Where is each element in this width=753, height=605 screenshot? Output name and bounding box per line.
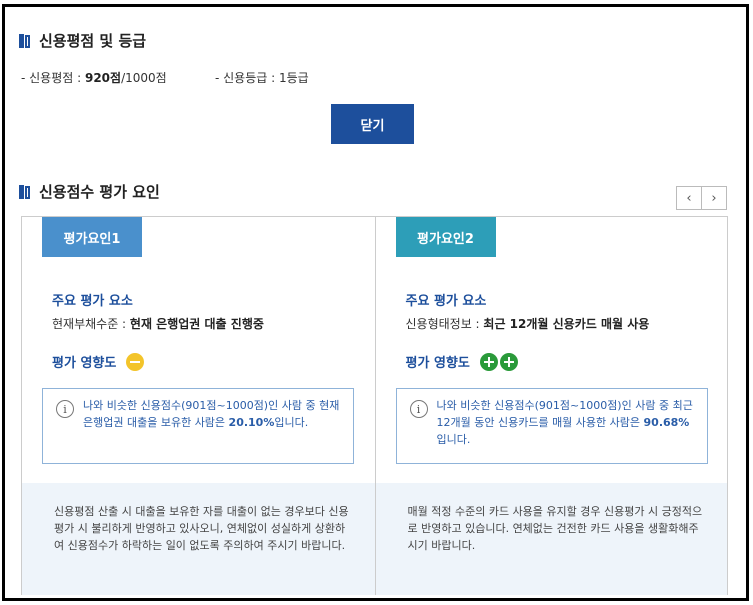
credit-score-value: 920점 bbox=[84, 71, 122, 85]
chevron-right-icon: › bbox=[711, 190, 717, 206]
credit-grade-line: - 신용등급 : 1등급 bbox=[215, 71, 309, 85]
next-arrow-button[interactable]: › bbox=[701, 186, 727, 210]
info-box: i 나와 비슷한 신용점수(901점~1000점)인 사람 중 현재 은행업권 … bbox=[42, 388, 354, 464]
factor-cards: 평가요인1 주요 평가 요소 현재부채수준 : 현재 은행업권 대출 진행중 평… bbox=[21, 216, 728, 595]
factor-bottom-note: 매월 적정 수준의 카드 사용을 유지할 경우 신용평가 시 긍정적으로 반영하… bbox=[375, 483, 727, 595]
section-title-score: 신용평점 및 등급 bbox=[19, 30, 146, 51]
factor-impact: 평가 영향도 bbox=[52, 352, 146, 371]
section-title-factors: 신용점수 평가 요인 bbox=[19, 181, 160, 202]
info-box: i 나와 비슷한 신용점수(901점~1000점)인 사람 중 최근 12개월 … bbox=[395, 388, 708, 464]
factor-impact: 평가 영향도 bbox=[406, 352, 520, 371]
section-title-factors-text: 신용점수 평가 요인 bbox=[39, 183, 160, 201]
factor-description: 현재부채수준 : 현재 은행업권 대출 진행중 bbox=[52, 317, 264, 331]
factor-description: 신용형태정보 : 최근 12개월 신용카드 매월 사용 bbox=[405, 317, 650, 331]
factor-tag-2: 평가요인2 bbox=[395, 217, 496, 257]
factor-subheading: 주요 평가 요소 bbox=[52, 294, 133, 309]
section-title-score-text: 신용평점 및 등급 bbox=[39, 32, 147, 50]
info-icon: i bbox=[56, 400, 74, 418]
factor-card-1: 평가요인1 주요 평가 요소 현재부채수준 : 현재 은행업권 대출 진행중 평… bbox=[22, 217, 375, 595]
credit-score-line: - 신용평점 : 920점/1000점 bbox=[21, 71, 167, 85]
book-icon bbox=[19, 33, 31, 48]
factor-bottom-note: 신용평점 산출 시 대출을 보유한 자를 대출이 없는 경우보다 신용평가 시 … bbox=[22, 483, 375, 595]
info-icon: i bbox=[409, 400, 428, 418]
chevron-left-icon: ‹ bbox=[686, 190, 692, 206]
info-text: 나와 비슷한 신용점수(901점~1000점)인 사람 중 최근 12개월 동안… bbox=[436, 399, 693, 446]
credit-grade-value: 1등급 bbox=[278, 71, 309, 85]
factor-tag-1: 평가요인1 bbox=[42, 217, 142, 257]
factor-subheading: 주요 평가 요소 bbox=[405, 294, 487, 309]
minus-circle-icon bbox=[126, 352, 145, 371]
plus-circle-icon bbox=[499, 352, 518, 371]
dialog-frame: 신용평점 및 등급 - 신용평점 : 920점/1000점 - 신용등급 : 1… bbox=[2, 4, 749, 601]
info-text: 나와 비슷한 신용점수(901점~1000점)인 사람 중 현재 은행업권 대출… bbox=[83, 399, 340, 429]
factor-card-2: 평가요인2 주요 평가 요소 신용형태정보 : 최근 12개월 신용카드 매월 … bbox=[374, 217, 727, 595]
book-icon bbox=[19, 184, 31, 199]
prev-arrow-button[interactable]: ‹ bbox=[676, 186, 702, 210]
factor-pager: ‹ › bbox=[676, 186, 727, 210]
close-button[interactable]: 닫기 bbox=[331, 104, 414, 144]
plus-circle-icon bbox=[479, 352, 498, 371]
